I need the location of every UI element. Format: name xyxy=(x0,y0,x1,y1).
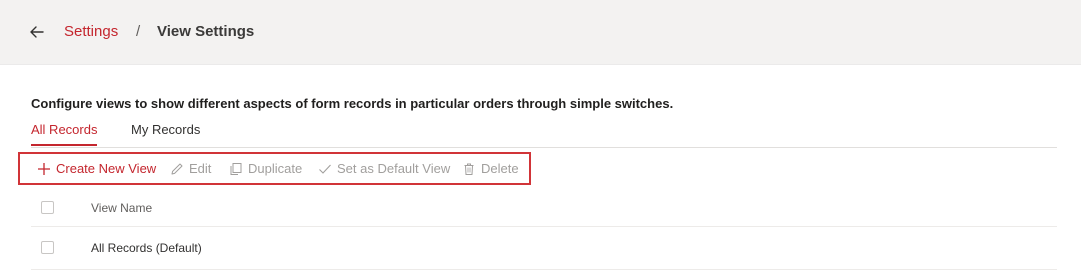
command-bar: Create New View Edit Duplicate Set as De… xyxy=(18,152,531,185)
view-name-cell: All Records (Default) xyxy=(91,241,202,255)
page-header: Settings / View Settings xyxy=(0,0,1081,65)
trash-icon xyxy=(461,161,477,177)
arrow-left-icon xyxy=(30,26,44,38)
create-new-view-button[interactable]: Create New View xyxy=(36,154,156,183)
set-as-default-view-button[interactable]: Set as Default View xyxy=(317,154,450,183)
back-button[interactable] xyxy=(26,21,48,43)
tab-my-records[interactable]: My Records xyxy=(131,122,200,137)
column-header-view-name[interactable]: View Name xyxy=(91,201,152,215)
pencil-icon xyxy=(169,161,185,177)
copy-icon xyxy=(228,161,244,177)
grid-header-row: View Name xyxy=(31,188,1057,227)
tab-all-records[interactable]: All Records xyxy=(31,122,98,146)
select-all-checkbox[interactable] xyxy=(41,201,54,214)
table-row[interactable]: All Records (Default) xyxy=(31,227,1057,270)
checkmark-icon xyxy=(317,161,333,177)
delete-button[interactable]: Delete xyxy=(461,154,519,183)
set-as-default-view-label: Set as Default View xyxy=(337,161,451,176)
page-description: Configure views to show different aspect… xyxy=(31,96,674,111)
duplicate-label: Duplicate xyxy=(248,161,303,176)
breadcrumb-settings-link[interactable]: Settings xyxy=(64,23,118,40)
page-title: View Settings xyxy=(157,23,255,40)
delete-label: Delete xyxy=(481,161,519,176)
edit-label: Edit xyxy=(189,161,212,176)
create-new-view-label: Create New View xyxy=(56,161,157,176)
plus-icon xyxy=(36,161,52,177)
breadcrumb-separator: / xyxy=(136,23,141,40)
edit-button[interactable]: Edit xyxy=(169,154,211,183)
view-tabs: All Records My Records xyxy=(31,120,1057,148)
row-select-checkbox[interactable] xyxy=(41,241,54,254)
duplicate-button[interactable]: Duplicate xyxy=(228,154,302,183)
